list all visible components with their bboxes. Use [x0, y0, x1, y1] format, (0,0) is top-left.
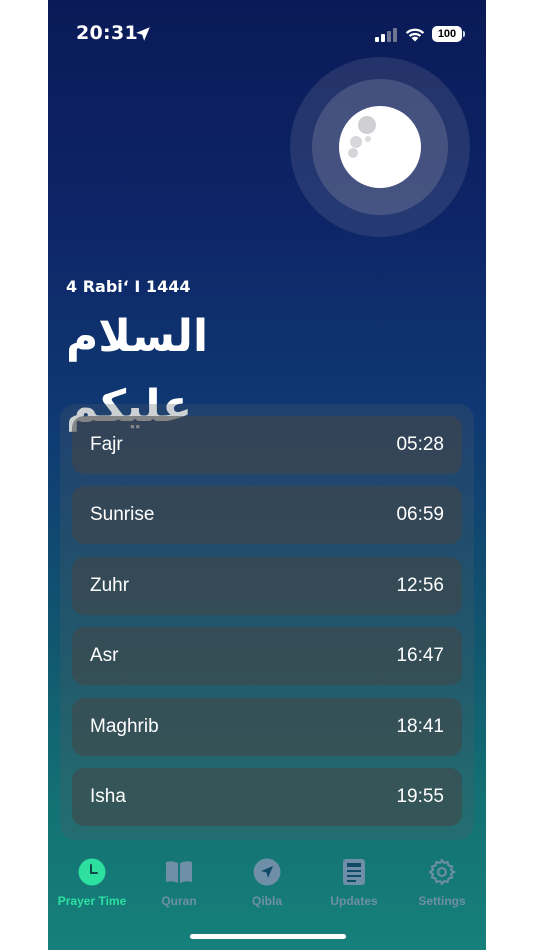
- prayer-name: Sunrise: [90, 504, 155, 525]
- prayer-time: 19:55: [396, 786, 444, 807]
- prayer-row-sunrise[interactable]: Sunrise 06:59: [72, 486, 462, 544]
- battery-indicator: 100: [432, 26, 462, 42]
- prayer-time: 16:47: [396, 645, 444, 666]
- prayer-row-isha[interactable]: Isha 19:55: [72, 768, 462, 826]
- tab-label: Qibla: [251, 894, 282, 908]
- wifi-icon: [405, 28, 425, 42]
- tab-bar: Prayer Time Quran Qibla Updates Settings: [48, 852, 486, 922]
- prayer-name: Zuhr: [90, 575, 130, 596]
- home-indicator[interactable]: [190, 934, 346, 939]
- prayer-name: Maghrib: [90, 716, 159, 737]
- prayer-time: 18:41: [396, 716, 444, 737]
- prayer-time: 05:28: [396, 434, 444, 455]
- newspaper-icon: [343, 859, 365, 885]
- book-icon: [166, 861, 192, 883]
- prayer-name: Fajr: [90, 434, 123, 455]
- tab-qibla[interactable]: Qibla: [223, 852, 311, 916]
- tab-quran[interactable]: Quran: [135, 852, 223, 916]
- prayer-name: Isha: [90, 786, 126, 807]
- app-screen: 20:31 100 4 Rabiʻ I 1444 السلام عليكم Fa…: [48, 0, 486, 950]
- battery-tip: [463, 31, 465, 37]
- prayer-name: Asr: [90, 645, 119, 666]
- tab-label: Quran: [161, 894, 197, 908]
- prayer-row-zuhr[interactable]: Zuhr 12:56: [72, 557, 462, 615]
- location-arrow-icon: [136, 27, 150, 41]
- clock-icon: [78, 858, 106, 886]
- prayer-row-asr[interactable]: Asr 16:47: [72, 627, 462, 685]
- tab-label: Settings: [418, 894, 466, 908]
- cellular-signal-icon: [375, 28, 397, 42]
- prayer-time: 06:59: [396, 504, 444, 525]
- status-time: 20:31: [76, 22, 138, 44]
- tab-updates[interactable]: Updates: [310, 852, 398, 916]
- prayer-times-card: Fajr 05:28 Sunrise 06:59 Zuhr 12:56 Asr …: [60, 404, 474, 840]
- prayer-row-maghrib[interactable]: Maghrib 18:41: [72, 698, 462, 756]
- prayer-time: 12:56: [396, 575, 444, 596]
- hijri-date: 4 Rabiʻ I 1444: [66, 277, 191, 296]
- prayer-row-fajr[interactable]: Fajr 05:28: [72, 416, 462, 474]
- compass-icon: [253, 858, 281, 886]
- moon-icon: [339, 106, 421, 188]
- tab-label: Prayer Time: [57, 894, 127, 908]
- tab-label: Updates: [330, 894, 378, 908]
- tab-prayer-time[interactable]: Prayer Time: [48, 852, 136, 916]
- status-bar: 20:31 100: [48, 0, 486, 70]
- gear-icon: [428, 858, 456, 886]
- tab-settings[interactable]: Settings: [398, 852, 486, 916]
